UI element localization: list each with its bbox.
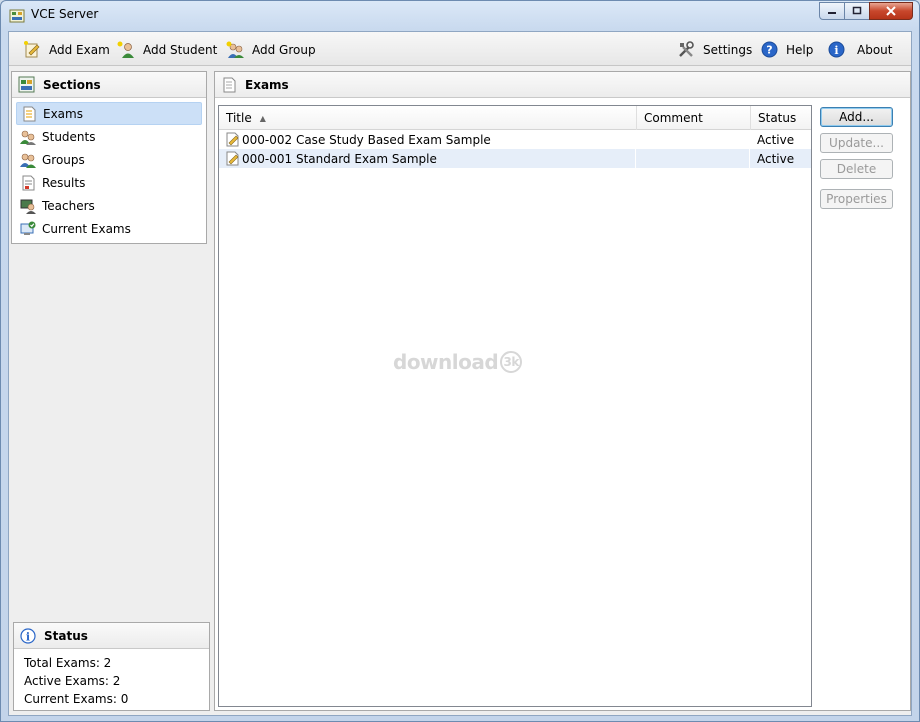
current-exams-text: Current Exams: 0 (24, 692, 129, 706)
help-button[interactable]: ? Help (761, 41, 813, 58)
add-group-icon (226, 41, 244, 58)
sidebar-item-label: Students (42, 129, 96, 144)
watermark-text: download (393, 350, 499, 374)
minimize-icon (828, 12, 836, 14)
add-group-label: Add Group (252, 42, 316, 57)
close-button[interactable] (869, 2, 913, 20)
maximize-button[interactable] (844, 2, 870, 20)
close-icon (886, 6, 896, 16)
column-comment-label: Comment (644, 111, 703, 125)
svg-text:i: i (834, 44, 838, 57)
settings-button[interactable]: Settings (677, 41, 752, 58)
column-header-title[interactable]: Title ▲ (219, 106, 637, 130)
column-header-status[interactable]: Status (751, 106, 811, 130)
row-title-text: 000-001 Standard Exam Sample (242, 151, 437, 166)
row-comment-cell (635, 149, 750, 168)
watermark-logo: download 3k (393, 350, 523, 374)
sidebar-item-students[interactable]: Students (16, 125, 202, 148)
watermark-badge: 3k (500, 351, 523, 373)
row-status-cell: Active (757, 132, 795, 147)
add-exam-button[interactable]: Add Exam (23, 41, 110, 58)
add-exam-label: Add Exam (49, 42, 110, 57)
about-label: About (857, 42, 893, 57)
table-row[interactable]: 000-002 Case Study Based Exam Sample Act… (219, 130, 811, 149)
groups-icon (20, 153, 36, 168)
status-lines: Total Exams: 2 Active Exams: 2 Current E… (14, 649, 209, 708)
row-status-cell: Active (757, 151, 795, 166)
sidebar-item-label: Results (42, 175, 86, 190)
window-title: VCE Server (31, 7, 99, 21)
client-area: Add Exam Add Student Add Group Settings … (8, 31, 912, 716)
about-button[interactable]: i About (828, 41, 892, 58)
sections-list: Exams Students Groups Results Teachers C… (12, 98, 206, 240)
exam-icon (23, 106, 36, 121)
sidebar-item-label: Groups (42, 152, 85, 167)
exam-icon (223, 77, 236, 92)
results-icon (22, 175, 35, 190)
row-comment-cell (635, 130, 750, 149)
sections-icon (18, 76, 35, 93)
add-student-icon (117, 41, 134, 58)
sidebar-item-results[interactable]: Results (16, 171, 202, 194)
row-title-cell: 000-002 Case Study Based Exam Sample (219, 130, 635, 149)
app-icon (9, 9, 25, 23)
exam-file-icon (226, 151, 239, 166)
sidebar-item-current-exams[interactable]: Current Exams (16, 217, 202, 240)
active-exams-text: Active Exams: 2 (24, 674, 121, 688)
action-buttons: Add... Update... Delete Properties (820, 107, 895, 215)
help-icon: ? (761, 41, 778, 58)
add-student-button[interactable]: Add Student (117, 41, 217, 58)
add-exam-icon (24, 41, 40, 58)
students-icon (20, 130, 36, 145)
current-exams-icon (20, 221, 36, 235)
row-title-text: 000-002 Case Study Based Exam Sample (242, 132, 491, 147)
exam-file-icon (226, 132, 239, 147)
sort-ascending-icon: ▲ (259, 113, 266, 123)
column-title-label: Title (226, 111, 252, 125)
status-header: i Status (14, 623, 209, 649)
add-student-label: Add Student (143, 42, 218, 57)
sections-title: Sections (43, 77, 101, 92)
info-icon: i (20, 627, 36, 644)
row-title-cell: 000-001 Standard Exam Sample (219, 149, 635, 168)
status-title: Status (44, 628, 88, 643)
add-group-button[interactable]: Add Group (226, 41, 316, 58)
sidebar-item-exams[interactable]: Exams (16, 102, 202, 125)
sidebar-item-label: Exams (43, 106, 83, 121)
properties-button[interactable]: Properties (820, 189, 893, 209)
info-icon: i (828, 41, 845, 58)
table-row[interactable]: 000-001 Standard Exam Sample Active (219, 149, 811, 168)
list-header: Title ▲ Comment Status (219, 106, 811, 130)
sections-header: Sections (12, 72, 206, 98)
sidebar-item-label: Current Exams (42, 221, 131, 236)
svg-text:i: i (26, 630, 30, 643)
sidebar-item-teachers[interactable]: Teachers (16, 194, 202, 217)
app-window: VCE Server Add Exam Add Student Add Grou… (0, 0, 920, 722)
add-button[interactable]: Add... (820, 107, 893, 127)
toolbar: Add Exam Add Student Add Group Settings … (9, 32, 911, 66)
column-header-comment[interactable]: Comment (637, 106, 751, 130)
window-controls (819, 2, 913, 20)
help-label: Help (786, 42, 814, 57)
sidebar-item-groups[interactable]: Groups (16, 148, 202, 171)
status-panel: i Status Total Exams: 2 Active Exams: 2 … (13, 622, 210, 711)
delete-button[interactable]: Delete (820, 159, 893, 179)
svg-text:?: ? (766, 44, 772, 57)
settings-label: Settings (703, 42, 753, 57)
sidebar-item-label: Teachers (42, 198, 95, 213)
sections-panel: Sections Exams Students Groups Results T… (11, 71, 207, 244)
exams-title: Exams (245, 77, 289, 92)
exams-list[interactable]: Title ▲ Comment Status 000-002 Case Stud… (218, 105, 812, 707)
maximize-icon (852, 6, 862, 15)
exams-panel: Exams Title ▲ Comment Status 000-002 Cas… (214, 71, 911, 711)
settings-icon (679, 41, 694, 57)
total-exams-text: Total Exams: 2 (24, 656, 112, 670)
exams-header: Exams (215, 72, 910, 98)
minimize-button[interactable] (819, 2, 845, 20)
update-button[interactable]: Update... (820, 133, 893, 153)
teachers-icon (20, 199, 36, 214)
column-status-label: Status (758, 111, 797, 125)
title-bar[interactable]: VCE Server (1, 1, 919, 31)
